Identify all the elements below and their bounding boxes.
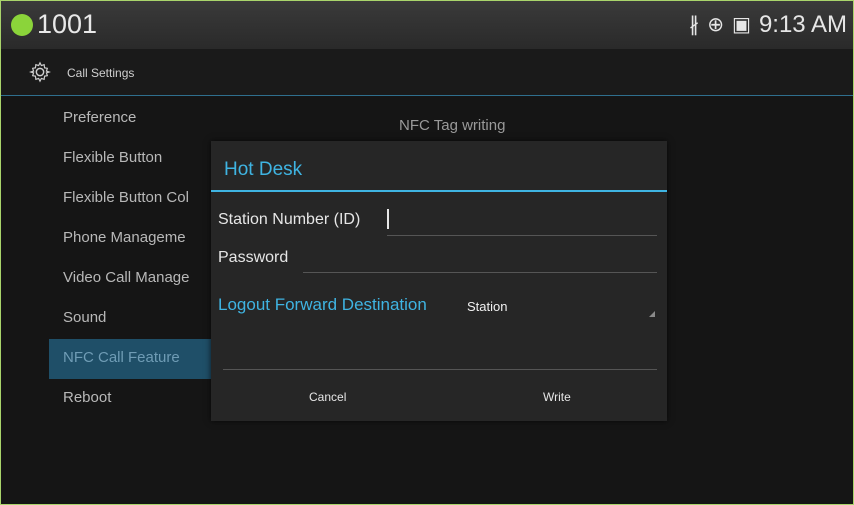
extension-number: 1001 [37,9,98,39]
password-label: Password [218,249,289,266]
dropdown-arrow-icon[interactable] [649,311,655,317]
status-bar: 1001 ∦ ⊕ ▣ 9:13 AM [1,1,853,49]
bluetooth-icon: ∦ [689,14,700,36]
clock: 9:13 AM [758,11,847,38]
sidebar-item-preference[interactable]: Preference [49,99,219,139]
settings-sidebar: Preference Flexible Button Flexible Butt… [49,99,219,419]
sidebar-item-flexible-button[interactable]: Flexible Button [49,139,219,179]
cancel-button[interactable]: Cancel [303,389,352,405]
title-bar: Call Settings [1,49,853,96]
sidebar-item-phone-management[interactable]: Phone Manageme [49,219,219,259]
status-dot-icon [11,14,33,36]
dialog-title: Hot Desk [224,159,303,180]
dialog-divider [223,369,657,370]
sidebar-item-video-call-management[interactable]: Video Call Manage [49,259,219,299]
network-icon: ⊕ [707,14,725,36]
logout-forward-label: Logout Forward Destination [218,295,427,314]
page-title: Call Settings [67,66,135,80]
phone-screen: 1001 ∦ ⊕ ▣ 9:13 AM Call Settings Prefere… [0,0,854,505]
hot-desk-dialog: Hot Desk Station Number (ID) Password Lo… [211,141,667,421]
sidebar-item-reboot[interactable]: Reboot [49,379,219,419]
sidebar-item-flexible-button-color[interactable]: Flexible Button Col [49,179,219,219]
logout-forward-value[interactable]: Station [467,299,507,314]
sidebar-item-sound[interactable]: Sound [49,299,219,339]
station-number-field[interactable] [387,235,657,236]
section-heading: NFC Tag writing [399,117,506,134]
screen-icon: ▣ [732,14,751,36]
text-cursor [387,209,389,229]
dialog-title-divider [211,190,667,192]
gear-icon[interactable] [29,61,51,83]
status-icons: ∦ ⊕ ▣ 9:13 AM [689,11,847,39]
write-button[interactable]: Write [537,389,577,405]
station-number-label: Station Number (ID) [218,211,361,228]
sidebar-item-nfc-call-feature[interactable]: NFC Call Feature [49,339,219,379]
password-field[interactable] [303,272,657,273]
